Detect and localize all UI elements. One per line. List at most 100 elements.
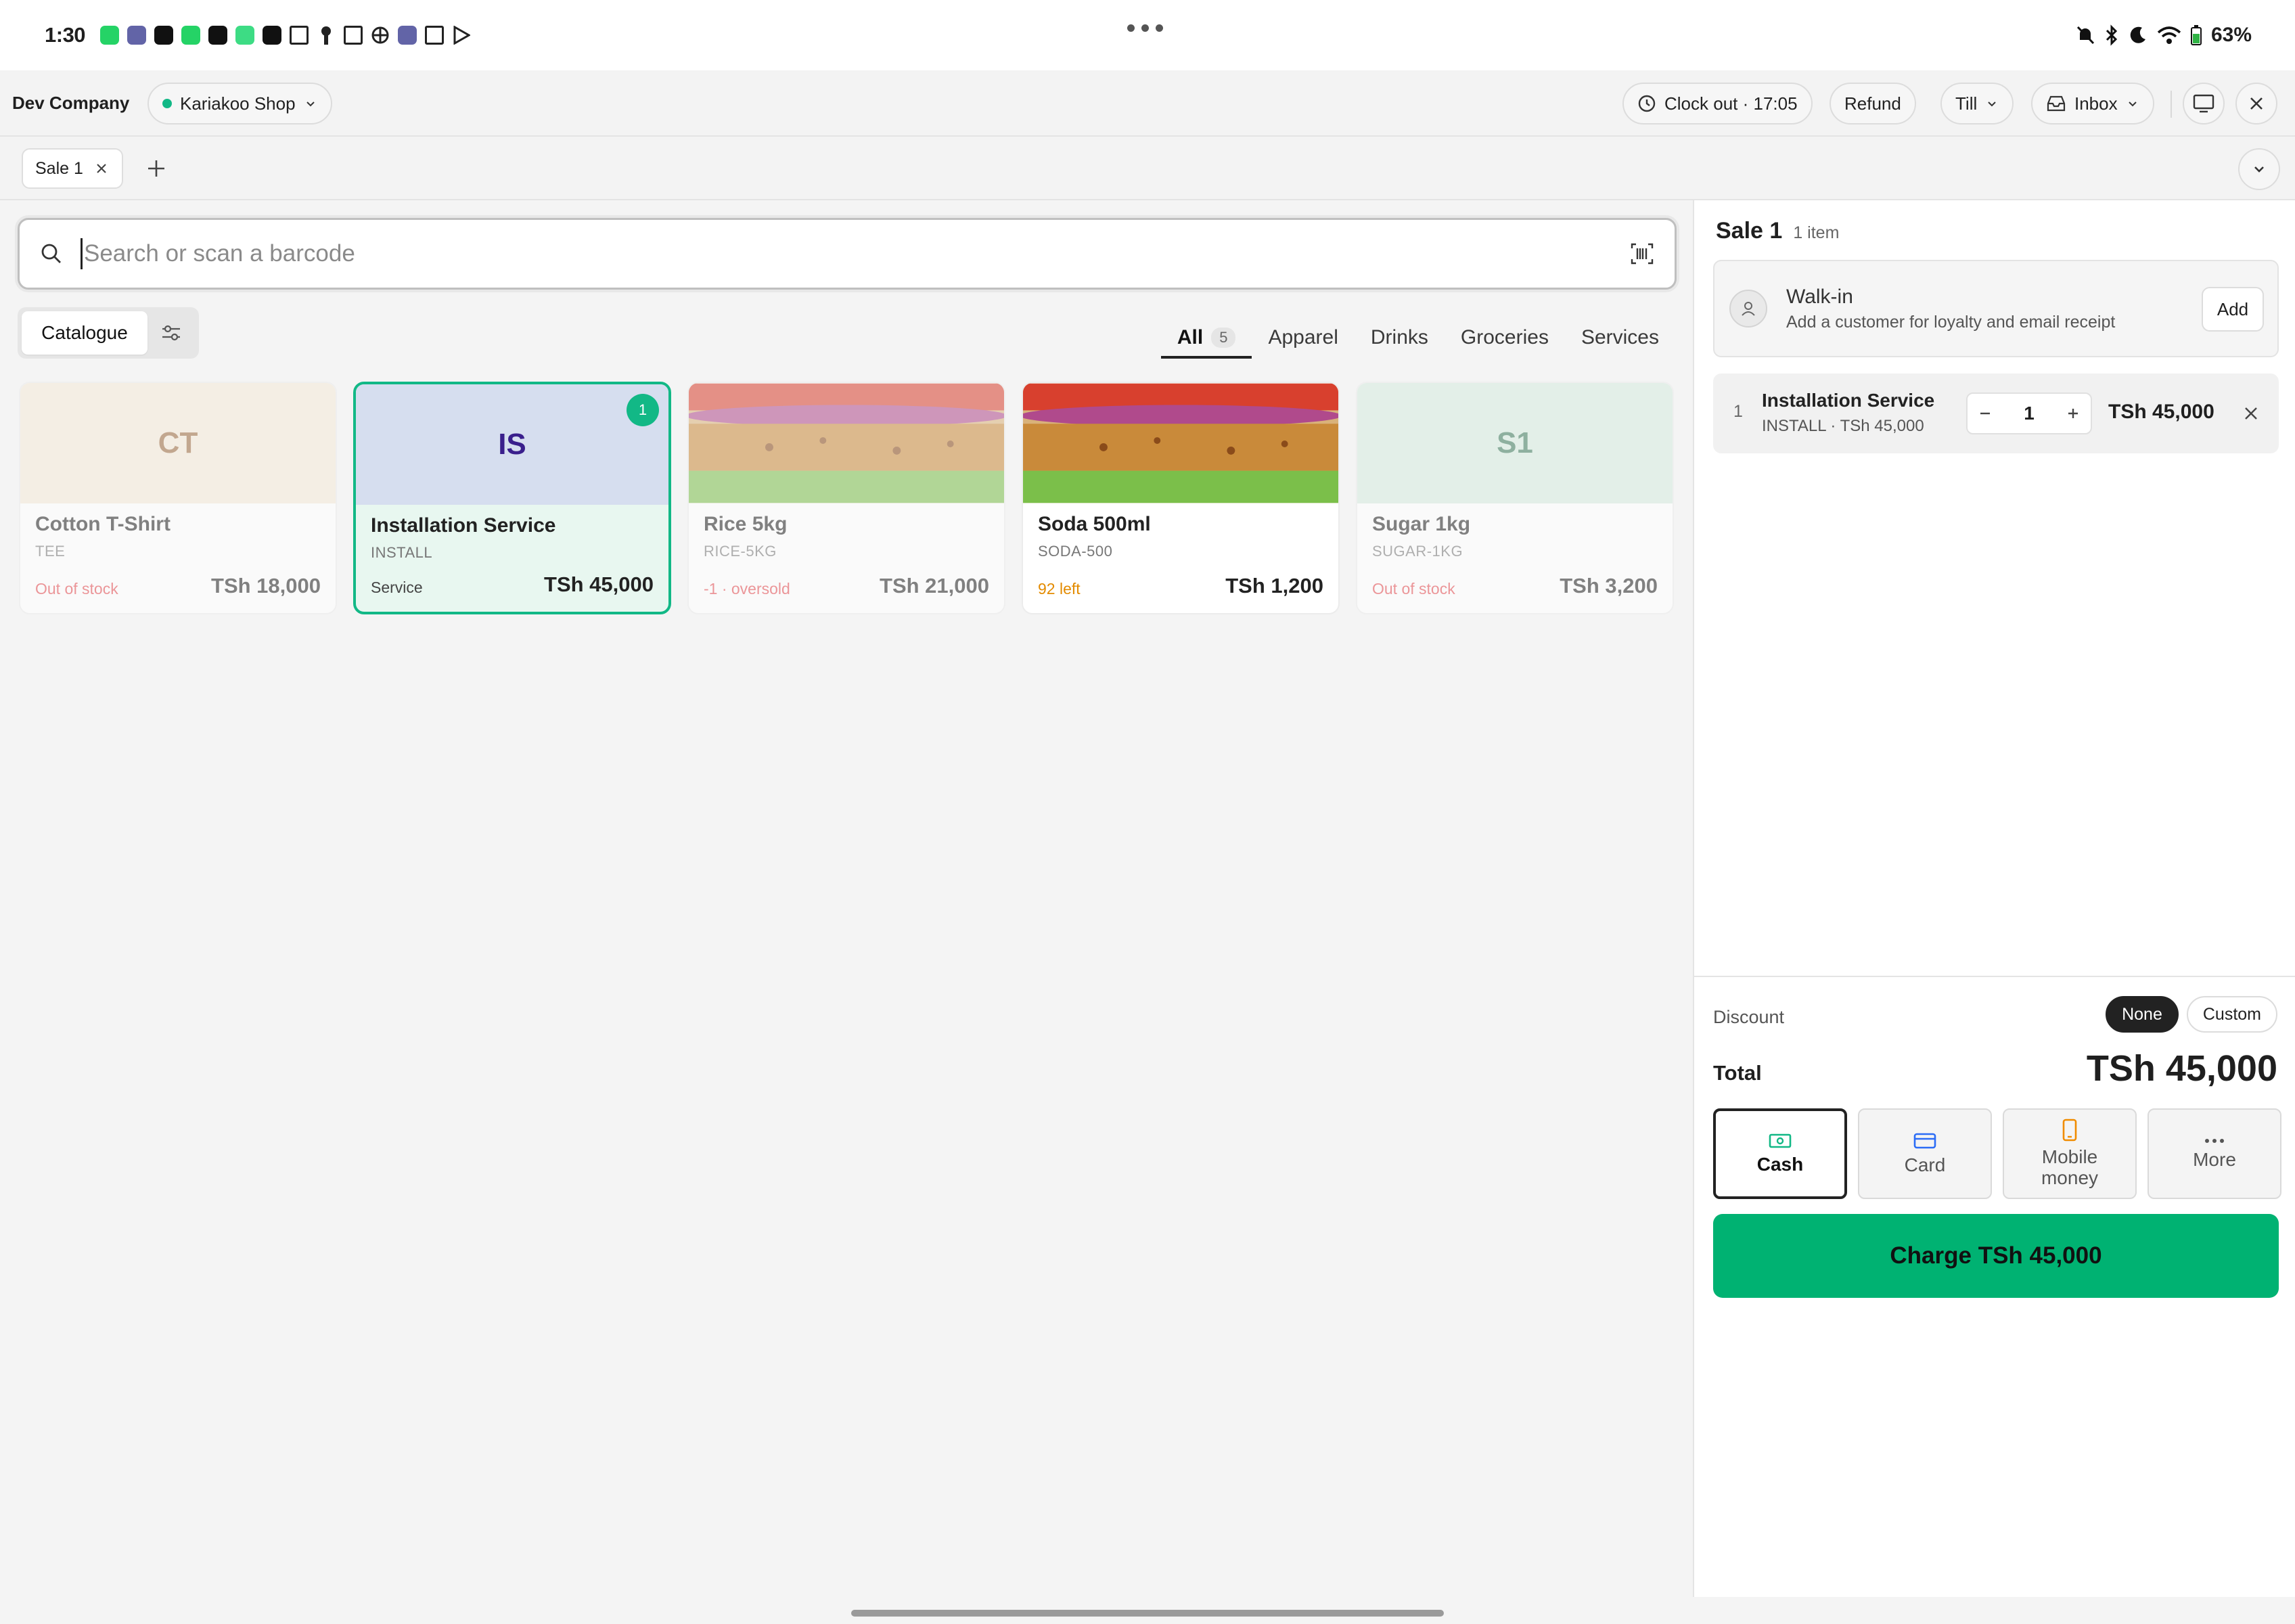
plus-icon[interactable] bbox=[2065, 405, 2081, 422]
product-name: Cotton T-Shirt bbox=[35, 513, 171, 535]
search-bar[interactable] bbox=[18, 218, 1677, 290]
company-name: Dev Company bbox=[12, 92, 130, 113]
cart-line-item: 1 Installation Service INSTALL · TSh 45,… bbox=[1713, 374, 2279, 453]
product-sku: TEE bbox=[35, 543, 66, 560]
checkout-section: Discount None Custom Total TSh 45,000 Ca… bbox=[1694, 976, 2295, 1597]
whatsapp-icon bbox=[181, 26, 201, 45]
stock-status: Service bbox=[371, 579, 423, 596]
product-card-installation-service[interactable]: IS 1 Installation Service INSTALL Servic… bbox=[353, 382, 671, 614]
discount-options: None Custom bbox=[2106, 996, 2277, 1033]
product-price: TSh 3,200 bbox=[1560, 574, 1658, 597]
discount-custom-button[interactable]: Custom bbox=[2186, 996, 2277, 1033]
mute-icon bbox=[2076, 26, 2095, 45]
app-header: Dev Company Kariakoo Shop Clock out · 17… bbox=[0, 70, 2295, 137]
close-icon bbox=[2250, 97, 2263, 110]
product-card-sugar-1kg[interactable]: S1 Sugar 1kg SUGAR-1KG Out of stock TSh … bbox=[1356, 382, 1674, 614]
teams-icon bbox=[398, 26, 417, 45]
bluetooth-icon bbox=[2106, 24, 2118, 46]
remove-item-icon[interactable] bbox=[2242, 405, 2260, 422]
discount-none-button[interactable]: None bbox=[2106, 996, 2179, 1033]
inbox-menu[interactable]: Inbox bbox=[2031, 83, 2154, 125]
calendar-icon bbox=[425, 26, 445, 45]
close-button[interactable] bbox=[2235, 83, 2277, 125]
customer-name: Walk-in bbox=[1786, 286, 1853, 308]
text-cursor bbox=[81, 238, 83, 269]
product-image bbox=[1023, 383, 1338, 503]
payment-cash-button[interactable]: Cash bbox=[1713, 1108, 1847, 1199]
line-item-price: TSh 45,000 bbox=[2108, 401, 2214, 423]
monitor-icon bbox=[2193, 94, 2214, 113]
line-index: 1 bbox=[1733, 402, 1743, 421]
payment-more-button[interactable]: More bbox=[2148, 1108, 2281, 1199]
clock-out-label: Clock out · 17:05 bbox=[1664, 93, 1798, 114]
add-customer-button[interactable]: Add bbox=[2202, 287, 2264, 332]
clock-out-button[interactable]: Clock out · 17:05 bbox=[1622, 83, 1813, 125]
battery-level: 63% bbox=[2210, 24, 2252, 46]
payment-mobile-money-button[interactable]: Mobile money bbox=[2003, 1108, 2137, 1199]
header-divider bbox=[2171, 91, 2172, 118]
tab-sale-1[interactable]: Sale 1 bbox=[22, 148, 123, 189]
close-tab-icon[interactable] bbox=[95, 162, 108, 175]
cash-icon bbox=[1769, 1133, 1792, 1148]
youtube-icon bbox=[208, 26, 228, 45]
customer-hint: Add a customer for loyalty and email rec… bbox=[1786, 313, 2116, 332]
minus-icon[interactable] bbox=[1977, 405, 1993, 422]
pinwheel-icon bbox=[371, 26, 390, 45]
product-grid: CT Cotton T-Shirt TEE Out of stock TSh 1… bbox=[19, 382, 1674, 614]
category-label: Drinks bbox=[1370, 326, 1428, 348]
product-sku: RICE-5KG bbox=[704, 543, 777, 560]
tab-groceries[interactable]: Groceries bbox=[1445, 326, 1565, 359]
tab-drinks[interactable]: Drinks bbox=[1355, 326, 1445, 359]
customer-display-button[interactable] bbox=[2183, 83, 2225, 125]
view-toggle: Catalogue bbox=[18, 307, 199, 359]
cart-item-count: 1 item bbox=[1793, 223, 1840, 242]
line-item-name: Installation Service bbox=[1762, 390, 1935, 411]
cart-title: Sale 1 bbox=[1716, 218, 1783, 244]
payment-card-button[interactable]: Card bbox=[1858, 1108, 1992, 1199]
cart-qty-badge: 1 bbox=[627, 394, 659, 426]
tab-services[interactable]: Services bbox=[1565, 326, 1675, 359]
collapse-button[interactable] bbox=[2238, 148, 2280, 190]
category-label: Services bbox=[1581, 326, 1659, 348]
payment-label: Mobile money bbox=[2041, 1146, 2099, 1188]
product-card-cotton-t-shirt[interactable]: CT Cotton T-Shirt TEE Out of stock TSh 1… bbox=[19, 382, 337, 614]
stock-status: 92 left bbox=[1038, 580, 1081, 597]
charge-button[interactable]: Charge TSh 45,000 bbox=[1713, 1214, 2279, 1298]
keyhole-icon bbox=[317, 26, 336, 45]
credit-card-icon bbox=[1913, 1133, 1936, 1148]
new-sale-tab-button[interactable] bbox=[145, 157, 168, 180]
product-sku: SODA-500 bbox=[1038, 543, 1113, 560]
search-input[interactable] bbox=[84, 240, 1630, 267]
moon-icon bbox=[2130, 26, 2145, 43]
quantity-value[interactable]: 1 bbox=[2024, 403, 2035, 424]
clock-icon bbox=[1638, 95, 1656, 112]
product-sku: INSTALL bbox=[371, 544, 433, 561]
product-name: Soda 500ml bbox=[1038, 513, 1151, 535]
catalogue-view-button[interactable]: Catalogue bbox=[22, 311, 147, 355]
shop-selector[interactable]: Kariakoo Shop bbox=[147, 83, 332, 125]
system-icons: 63% bbox=[2076, 0, 2252, 70]
line-item-detail: INSTALL · TSh 45,000 bbox=[1762, 417, 1924, 435]
play-store-icon bbox=[452, 26, 471, 45]
search-icon bbox=[41, 244, 61, 263]
product-card-rice-5kg[interactable]: Rice 5kg RICE-5KG -1 · oversold TSh 21,0… bbox=[687, 382, 1005, 614]
product-card-soda-500ml[interactable]: Soda 500ml SODA-500 92 left TSh 1,200 bbox=[1022, 382, 1340, 614]
gesture-home-bar[interactable] bbox=[851, 1610, 1444, 1617]
tab-all[interactable]: All 5 bbox=[1160, 326, 1252, 359]
barcode-scan-icon[interactable] bbox=[1630, 242, 1654, 265]
wifi-icon bbox=[2157, 26, 2181, 44]
payment-label: Card bbox=[1904, 1154, 1946, 1175]
filter-button[interactable] bbox=[147, 311, 195, 355]
payment-methods: Cash Card Mobile money More bbox=[1713, 1108, 2281, 1199]
payment-label: Cash bbox=[1756, 1153, 1804, 1175]
product-initials: S1 bbox=[1357, 383, 1673, 503]
tab-apparel[interactable]: Apparel bbox=[1252, 326, 1354, 359]
product-initials: IS bbox=[356, 384, 668, 505]
multitask-dots[interactable] bbox=[1127, 24, 1163, 32]
gmail-icon bbox=[344, 26, 363, 45]
customer-selector[interactable]: Walk-in Add a customer for loyalty and e… bbox=[1713, 260, 2279, 357]
category-label: Groceries bbox=[1460, 326, 1549, 348]
refund-button[interactable]: Refund bbox=[1830, 83, 1916, 125]
till-menu[interactable]: Till bbox=[1940, 83, 2014, 125]
more-icon bbox=[2205, 1138, 2224, 1143]
